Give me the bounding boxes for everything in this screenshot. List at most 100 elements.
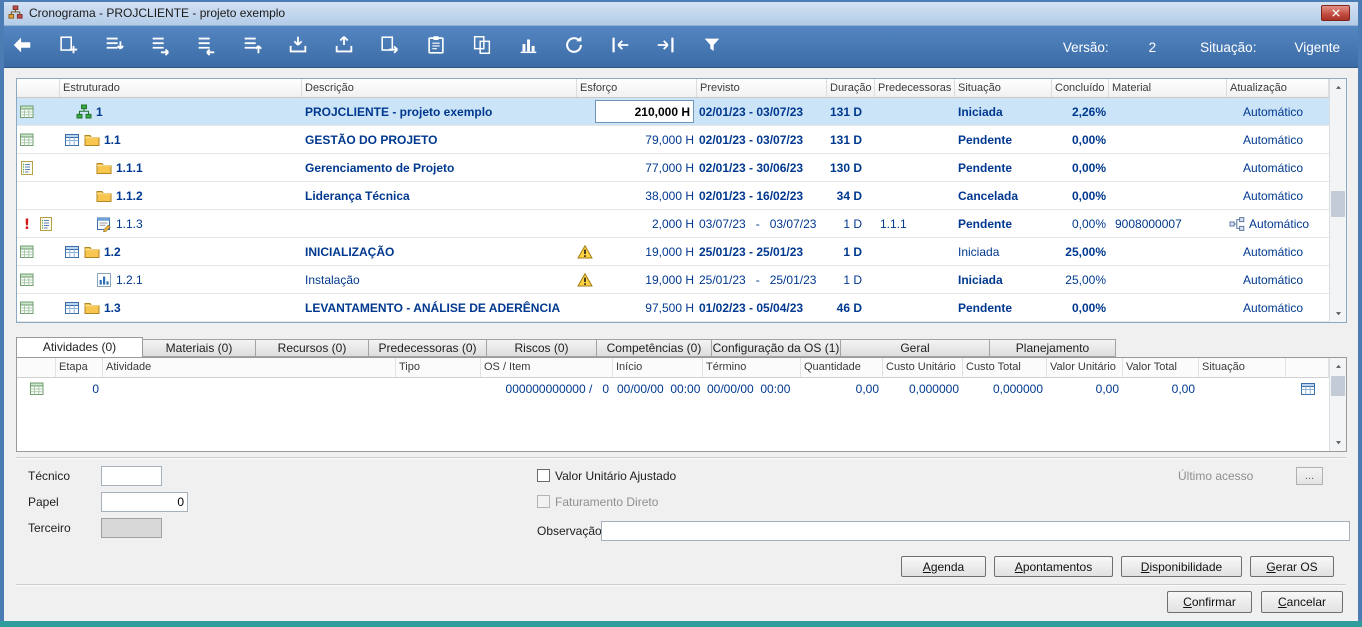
copy-button[interactable] [468,34,495,61]
close-button[interactable] [1321,5,1350,21]
send-sheet-button[interactable] [376,34,403,61]
papel-input[interactable] [101,492,188,512]
column-header-inicio[interactable]: Início [613,358,703,377]
grid-scrollbar[interactable] [1329,79,1346,322]
scroll-down-icon[interactable] [1330,434,1346,451]
confirmar-button[interactable]: Confirmar [1167,591,1252,613]
cancelar-button[interactable]: Cancelar [1261,591,1343,613]
esforco-editor[interactable]: 210,000 H [595,100,694,123]
column-header-valor-unitario[interactable]: Valor Unitário [1047,358,1123,377]
tab-recursos-0[interactable]: Recursos (0) [256,339,369,357]
gerar-os-button[interactable]: Gerar OS [1250,556,1334,577]
valor-unitario-ajustado-checkbox[interactable] [537,469,550,482]
duracao-cell: 34 D [827,182,875,209]
column-header-valor-total[interactable]: Valor Total [1123,358,1199,377]
column-header-predecessoras[interactable]: Predecessoras [875,79,955,97]
column-header-previsto[interactable]: Previsto [697,79,827,97]
valor-total-cell-value: 0,00 [1171,382,1195,396]
observacao-input[interactable] [601,521,1350,541]
task-row[interactable]: 1.2.1 Instalação 19,000 H 25/01/23 - 25/01/… [17,266,1329,294]
column-header-icons[interactable] [17,79,60,97]
task-row[interactable]: 1.1.1 Gerenciamento de Projeto 77,000 H 02/… [17,154,1329,182]
concluido-cell: 0,00% [1052,294,1109,321]
sheet-icon [19,132,35,148]
column-header-termino[interactable]: Término [703,358,801,377]
app-icon [8,5,23,20]
tab-geral[interactable]: Geral [841,339,990,357]
back-button[interactable] [8,34,35,61]
atualizacao-value: Automático [1243,300,1304,315]
column-header-tipo[interactable]: Tipo [396,358,481,377]
column-header-os-item[interactable]: OS / Item [481,358,613,377]
nav-start-icon [609,34,631,61]
disponibilidade-button[interactable]: Disponibilidade [1121,556,1242,577]
column-header-situacao[interactable]: Situação [955,79,1052,97]
task-row[interactable]: 1.1.2 Liderança Técnica 38,000 H 02/01/23 -… [17,182,1329,210]
activity-row[interactable]: 0 000000000000 / 0 00/00/00 00:00 00/00/00 0… [17,378,1329,400]
ultimo-acesso-button[interactable]: ... [1296,467,1323,485]
nav-end-button[interactable] [652,34,679,61]
situacao-cell: Pendente [955,294,1052,321]
apontamentos-button[interactable]: Apontamentos [994,556,1113,577]
valor-unitario-cell-value: 0,00 [1095,382,1119,396]
activities-scrollbar[interactable] [1329,358,1346,451]
nav-start-button[interactable] [606,34,633,61]
tab-materiais-0[interactable]: Materiais (0) [143,339,256,357]
column-header-quantidade[interactable]: Quantidade [801,358,883,377]
duracao-cell: 131 D [827,126,875,153]
column-header-custo-total[interactable]: Custo Total [963,358,1047,377]
tab-predecessoras-0[interactable]: Predecessoras (0) [369,339,487,357]
add-task-button[interactable] [54,34,81,61]
indent-button[interactable] [146,34,173,61]
scrollbar-thumb[interactable] [1331,191,1345,217]
tecnico-input[interactable] [101,466,162,486]
tab-atividades-0[interactable]: Atividades (0) [16,337,143,357]
row-icons-cell [17,266,60,293]
column-header-custo-unitario[interactable]: Custo Unitário [883,358,963,377]
estruturado-cell: 1.1 [60,126,302,153]
task-row[interactable]: ! 1.1.3 2,000 H 03/07/23 - 03/07/23 1 D 1.1.1… [17,210,1329,238]
insert-child-icon [103,34,125,61]
nav-end-icon [655,34,677,61]
column-header-atualizacao[interactable]: Atualização [1227,79,1329,97]
agenda-button[interactable]: Agenda [901,556,986,577]
tab-competencias-0[interactable]: Competências (0) [597,339,712,357]
export-button[interactable] [330,34,357,61]
column-header-etapa[interactable]: Etapa [56,358,103,377]
paste-button[interactable] [422,34,449,61]
move-task-button[interactable] [238,34,265,61]
task-row[interactable]: 1.2 INICIALIZAÇÃO 19,000 H 25/01/23 - 25/01… [17,238,1329,266]
predecessoras-cell [875,154,955,181]
scroll-up-icon[interactable] [1330,358,1346,375]
import-button[interactable] [284,34,311,61]
column-header-situacao[interactable]: Situação [1199,358,1286,377]
tab-riscos-0[interactable]: Riscos (0) [487,339,597,357]
concluido-value: 25,00% [1065,244,1106,259]
column-header-duracao[interactable]: Duração [827,79,875,97]
concluido-cell: 25,00% [1052,238,1109,265]
insert-child-button[interactable] [100,34,127,61]
duracao-cell: 1 D [827,238,875,265]
task-row[interactable]: 1.1 GESTÃO DO PROJETO 79,000 H 02/01/23 - 0… [17,126,1329,154]
column-header-esforco[interactable]: Esforço [577,79,697,97]
column-header-estruturado[interactable]: Estruturado [60,79,302,97]
column-header-concluido[interactable]: Concluído [1052,79,1109,97]
column-header-icons[interactable] [17,358,56,377]
filter-button[interactable] [698,34,725,61]
outdent-button[interactable] [192,34,219,61]
refresh-button[interactable] [560,34,587,61]
faturamento-direto-label: Faturamento Direto [555,495,659,509]
task-row[interactable]: 1 PROJCLIENTE - projeto exemplo 210,000 H 0… [17,98,1329,126]
tab-configuracao-da-os-1[interactable]: Configuração da OS (1) [712,339,841,357]
column-header-descricao[interactable]: Descrição [302,79,577,97]
scroll-down-icon[interactable] [1330,305,1346,322]
scroll-up-icon[interactable] [1330,79,1346,96]
column-header-icons[interactable] [1286,358,1329,377]
task-row[interactable]: 1.3 LEVANTAMENTO - ANÁLISE DE ADERÊNCIA 97… [17,294,1329,322]
chart-button[interactable] [514,34,541,61]
column-header-material[interactable]: Material [1109,79,1227,97]
scrollbar-thumb[interactable] [1331,376,1345,396]
column-header-atividade[interactable]: Atividade [103,358,396,377]
predecessoras-cell [875,266,955,293]
tab-planejamento[interactable]: Planejamento [990,339,1116,357]
